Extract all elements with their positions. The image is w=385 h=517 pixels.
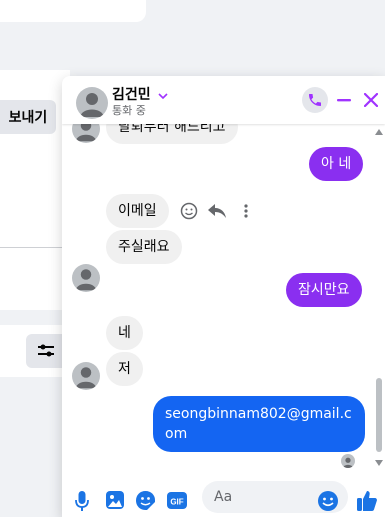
reply-icon[interactable] [207,202,227,220]
emoji-icon[interactable] [318,491,338,511]
message-bubble[interactable]: seongbinnam802@gmail.com [153,396,365,452]
minimize-icon[interactable] [337,93,351,107]
close-icon[interactable] [364,93,378,107]
contact-status: 통화 중 [112,104,146,117]
microphone-icon[interactable] [75,491,89,511]
image-icon[interactable] [106,491,124,509]
scroll-down-icon[interactable] [375,460,383,466]
sliders-icon [38,344,54,357]
react-icon[interactable] [180,202,198,220]
message-bubble[interactable]: 아 네 [309,147,364,181]
svg-text:GIF: GIF [170,498,183,507]
composer-bar: GIF Aa [62,476,385,517]
message-bubble[interactable]: 주실래요 [106,230,182,264]
send-button[interactable]: 보내기 [0,100,56,134]
contact-name[interactable]: 김건민 [112,84,151,104]
thumbs-up-icon[interactable] [357,490,377,511]
message-bubble[interactable]: 잠시만요 [286,273,362,307]
scrollbar-thumb[interactable] [376,378,382,452]
avatar[interactable] [76,87,108,119]
default-avatar-icon [75,269,97,291]
chevron-down-icon[interactable] [158,92,168,100]
more-icon[interactable] [243,203,249,219]
message-bubble[interactable]: 이메일 [106,194,169,228]
phone-icon [309,94,321,106]
chat-header: 김건민 통화 중 [62,76,385,124]
seen-avatar [341,454,355,468]
default-avatar-icon [342,457,354,468]
gif-icon[interactable]: GIF [167,492,187,509]
call-button[interactable] [302,87,328,113]
background-card [0,0,146,22]
divider [0,247,70,248]
sticker-icon[interactable] [136,491,155,510]
avatar[interactable] [72,264,100,292]
default-avatar-icon [80,93,104,117]
avatar[interactable] [72,362,100,390]
default-avatar-icon [75,367,97,389]
message-bubble[interactable]: 네 [106,316,143,350]
message-bubble[interactable]: 저 [106,352,143,386]
chat-window: 김건민 통화 중 탈퇴부터 해드리고 아 네 이메일 주실래요 잠시만요 네 저… [62,76,385,517]
scroll-up-icon[interactable] [375,129,383,135]
message-list[interactable]: 탈퇴부터 해드리고 아 네 이메일 주실래요 잠시만요 네 저 seongbin… [62,110,385,476]
